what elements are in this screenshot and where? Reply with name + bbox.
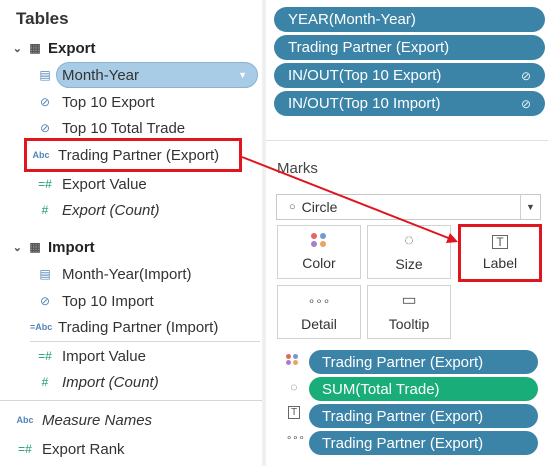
detail-icon: ∘∘∘ [307,294,331,308]
circle-mark-icon: ○ [289,201,296,213]
chevron-down-icon[interactable]: ⌄ [0,241,22,254]
marks-pill-color[interactable]: Trading Partner (Export) [309,350,538,374]
detail-icon[interactable]: ∘∘∘ [286,433,305,444]
measure-icon: # [41,203,49,217]
columns-pill-trading-partner[interactable]: Trading Partner (Export) [274,35,545,60]
table-import[interactable]: ⌄ ▦ Import [0,235,95,259]
columns-pill-inout-import[interactable]: IN/OUT(Top 10 Import) ⊘ [274,91,545,116]
set-icon: ⊘ [39,95,51,109]
marks-pill-label[interactable]: Trading Partner (Export) [309,404,538,428]
measure-icon: =# [38,349,52,363]
set-icon: ⊘ [39,121,51,135]
mark-type-value: Circle [301,199,338,215]
chevron-down-icon[interactable]: ▼ [520,195,540,219]
table-export[interactable]: ⌄ ▦ Export [0,36,96,60]
field-export-rank[interactable]: =# Export Rank [14,436,124,462]
label-icon[interactable]: T [286,406,302,419]
color-icon [311,233,327,247]
size-button[interactable]: ◌ Size [367,225,451,279]
columns-pill-inout-export[interactable]: IN/OUT(Top 10 Export) ⊘ [274,63,545,88]
marks-pill-size[interactable]: SUM(Total Trade) [309,377,538,401]
field-measure-names[interactable]: Abc Measure Names [14,407,152,433]
measure-icon: # [41,375,49,389]
color-dots-icon[interactable] [286,354,302,365]
field-import-count[interactable]: # Import (Count) [34,369,159,395]
marks-pill-detail[interactable]: Trading Partner (Export) [309,431,538,455]
columns-pill-year-month[interactable]: YEAR(Month-Year) [274,7,545,32]
field-trading-partner-import[interactable]: =Abc Trading Partner (Import) [30,314,218,340]
field-top-10-import[interactable]: ⊘ Top 10 Import [34,288,154,314]
abc-dimension-icon: =Abc [30,322,53,332]
table-export-label: Export [48,39,96,57]
field-month-year-import[interactable]: ▤ Month-Year(Import) [34,261,191,287]
chevron-down-icon[interactable]: ▼ [238,70,247,80]
table-import-label: Import [48,238,95,256]
table-icon: ▦ [29,41,41,55]
field-import-value[interactable]: =# Import Value [34,343,146,369]
measure-icon: =# [18,442,32,456]
tables-title: Tables [16,9,69,28]
color-button[interactable]: Color [277,225,361,279]
calendar-icon: ▤ [39,68,51,82]
tooltip-icon: ▭ [401,292,417,309]
size-icon[interactable]: ◌ [286,380,302,394]
detail-button[interactable]: ∘∘∘ Detail [277,285,361,339]
field-month-year[interactable]: ▤ Month-Year [34,62,139,88]
calendar-icon: ▤ [39,267,51,281]
marks-separator [266,140,548,141]
table-icon: ▦ [29,240,41,254]
abc-dimension-icon: Abc [16,415,34,425]
marks-title: Marks [277,160,318,177]
mark-type-select[interactable]: ○ Circle ▼ [276,194,541,220]
field-export-count[interactable]: # Export (Count) [34,197,160,223]
link-icon: ⊘ [520,96,531,111]
link-icon: ⊘ [520,68,531,83]
set-icon: ⊘ [39,294,51,308]
size-icon: ◌ [404,232,414,249]
field-separator [0,400,262,401]
highlight-box-trading-partner [24,138,242,172]
measure-icon: =# [38,177,52,191]
highlight-box-label [458,224,542,282]
field-top-10-export[interactable]: ⊘ Top 10 Export [34,89,155,115]
tooltip-button[interactable]: ▭ Tooltip [367,285,451,339]
field-export-value[interactable]: =# Export Value [34,171,147,197]
chevron-down-icon[interactable]: ⌄ [0,42,22,55]
field-separator [30,341,260,342]
